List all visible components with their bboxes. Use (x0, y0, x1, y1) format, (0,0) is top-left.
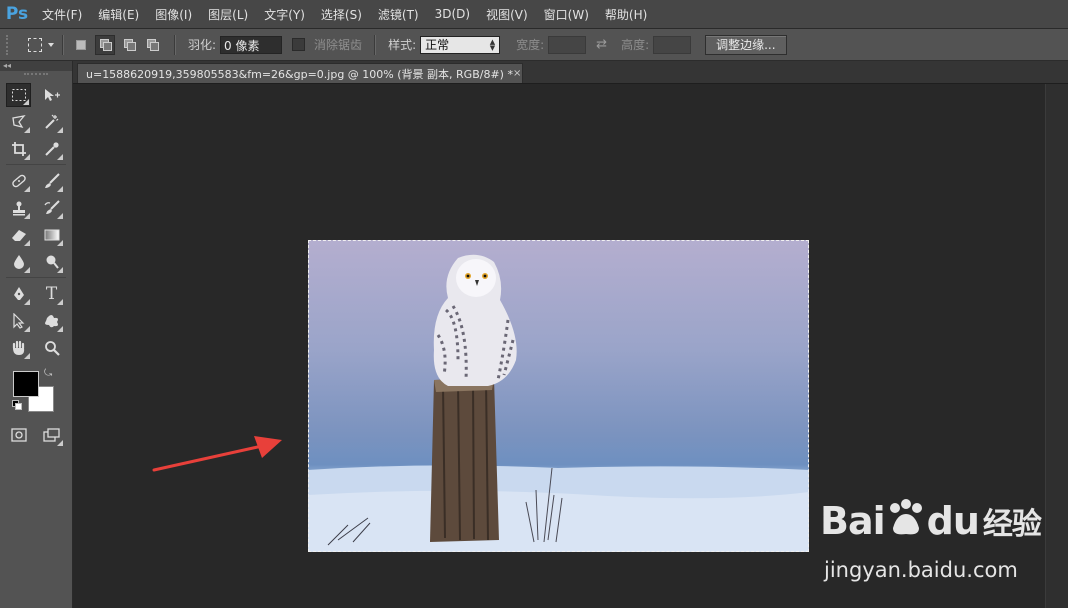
select-arrows-icon: ▲ ▼ (489, 37, 496, 52)
options-bar: 羽化: 0 像素 消除锯齿 样式: 正常 ▲ ▼ 宽度: ⇄ 高度: 调整边缘..… (0, 29, 1068, 61)
watermark-brand-cn: 经验 (982, 507, 1042, 542)
gradient-tool[interactable] (39, 223, 64, 247)
divider (374, 34, 377, 55)
watermark-brand-latin: Bai (820, 499, 886, 543)
crop-tool[interactable] (6, 137, 31, 161)
new-selection-icon (76, 39, 86, 50)
preset-picker-chevron-down-icon[interactable] (48, 42, 54, 47)
swap-width-height-icon[interactable]: ⇄ (596, 37, 607, 52)
magic-wand-tool[interactable] (39, 110, 64, 134)
width-input[interactable] (548, 35, 587, 54)
height-label: 高度: (621, 38, 650, 52)
subtract-from-selection-icon (123, 39, 136, 51)
style-label: 样式: (388, 38, 417, 52)
menu-image[interactable]: 图像(I) (147, 6, 200, 23)
watermark-brand: Bai du 经验 (820, 498, 1042, 543)
type-icon: T (45, 283, 58, 304)
eyedropper-tool[interactable] (39, 137, 64, 161)
antialias-checkbox[interactable] (292, 38, 306, 51)
refine-edge-button[interactable]: 调整边缘... (705, 34, 787, 55)
rectangular-marquee-tool[interactable] (6, 82, 32, 107)
clone-stamp-tool[interactable] (6, 196, 31, 220)
pen-tool[interactable] (6, 282, 31, 306)
path-selection-tool[interactable] (6, 309, 31, 333)
annotation-arrow-icon (152, 436, 282, 472)
magnifier-icon (44, 340, 60, 356)
dodge-tool[interactable] (39, 250, 64, 274)
menu-window[interactable]: 窗口(W) (536, 6, 597, 23)
style-select-value: 正常 (425, 38, 450, 52)
default-colors-icon[interactable] (12, 400, 22, 410)
custom-shape-tool[interactable] (39, 309, 64, 333)
intersect-selection-icon (146, 39, 159, 51)
paw-icon (889, 499, 922, 535)
menu-file[interactable]: 文件(F) (34, 6, 90, 23)
color-swatches: ⤿ (0, 367, 72, 419)
document-tab-title: u=1588620919,359805583&fm=26&gp=0.jpg @ … (86, 67, 513, 81)
antialias-label: 消除锯齿 (314, 38, 363, 52)
menu-filter[interactable]: 滤镜(T) (370, 6, 427, 23)
new-selection-button[interactable] (72, 36, 90, 54)
options-bar-grip[interactable] (6, 34, 14, 55)
document-tab-strip: u=1588620919,359805583&fm=26&gp=0.jpg @ … (73, 61, 1068, 84)
blur-tool[interactable] (6, 250, 31, 274)
intersect-selection-button[interactable] (143, 36, 161, 54)
document-tab[interactable]: u=1588620919,359805583&fm=26&gp=0.jpg @ … (77, 63, 523, 83)
watermark-url: jingyan.baidu.com (824, 558, 1018, 582)
type-tool[interactable]: T (39, 282, 64, 306)
toolbox: ◂◂ T ⤿ (0, 61, 73, 608)
add-to-selection-icon (99, 39, 112, 51)
feather-label: 羽化: (188, 38, 217, 52)
menu-3d[interactable]: 3D(D) (427, 7, 478, 21)
eraser-tool[interactable] (6, 223, 31, 247)
menu-help[interactable]: 帮助(H) (597, 6, 655, 23)
height-input[interactable] (653, 35, 692, 54)
menu-select[interactable]: 选择(S) (313, 6, 370, 23)
move-tool[interactable] (39, 83, 64, 107)
width-label: 宽度: (516, 38, 545, 52)
style-select[interactable]: 正常 ▲ ▼ (420, 35, 501, 54)
menu-layer[interactable]: 图层(L) (200, 6, 256, 23)
document-image[interactable] (308, 240, 809, 552)
screen-mode-button[interactable] (39, 423, 64, 447)
divider (62, 34, 64, 55)
menu-edit[interactable]: 编辑(E) (90, 6, 147, 23)
baidu-jingyan-watermark: Bai du 经验 jingyan.baidu.com (820, 498, 1050, 598)
rectangular-marquee-preset-icon[interactable] (28, 37, 42, 52)
history-brush-tool[interactable] (39, 196, 64, 220)
owl-on-post-photo (308, 254, 809, 552)
watermark-brand-du: du (926, 499, 980, 543)
toolbox-collapse-icon[interactable]: ◂◂ (0, 61, 72, 71)
photoshop-logo: Ps (5, 4, 29, 24)
quick-mask-button[interactable] (6, 423, 31, 447)
foreground-color-swatch[interactable] (13, 371, 39, 397)
menu-bar: Ps 文件(F) 编辑(E) 图像(I) 图层(L) 文字(Y) 选择(S) 滤… (0, 0, 1068, 29)
close-icon[interactable]: × (513, 68, 521, 79)
divider (174, 34, 176, 55)
menu-type[interactable]: 文字(Y) (256, 6, 313, 23)
healing-brush-tool[interactable] (6, 169, 31, 193)
lasso-tool[interactable] (6, 110, 31, 134)
toolbox-grip[interactable] (24, 73, 48, 81)
move-icon (44, 88, 60, 101)
subtract-from-selection-button[interactable] (120, 36, 138, 54)
add-to-selection-button[interactable] (95, 34, 115, 55)
zoom-tool[interactable] (39, 336, 64, 360)
swap-colors-icon[interactable]: ⤿ (44, 368, 52, 379)
menu-view[interactable]: 视图(V) (478, 6, 536, 23)
hand-tool[interactable] (6, 336, 31, 360)
quick-mask-icon (10, 427, 27, 442)
feather-input[interactable]: 0 像素 (220, 35, 283, 54)
brush-tool[interactable] (39, 169, 64, 193)
